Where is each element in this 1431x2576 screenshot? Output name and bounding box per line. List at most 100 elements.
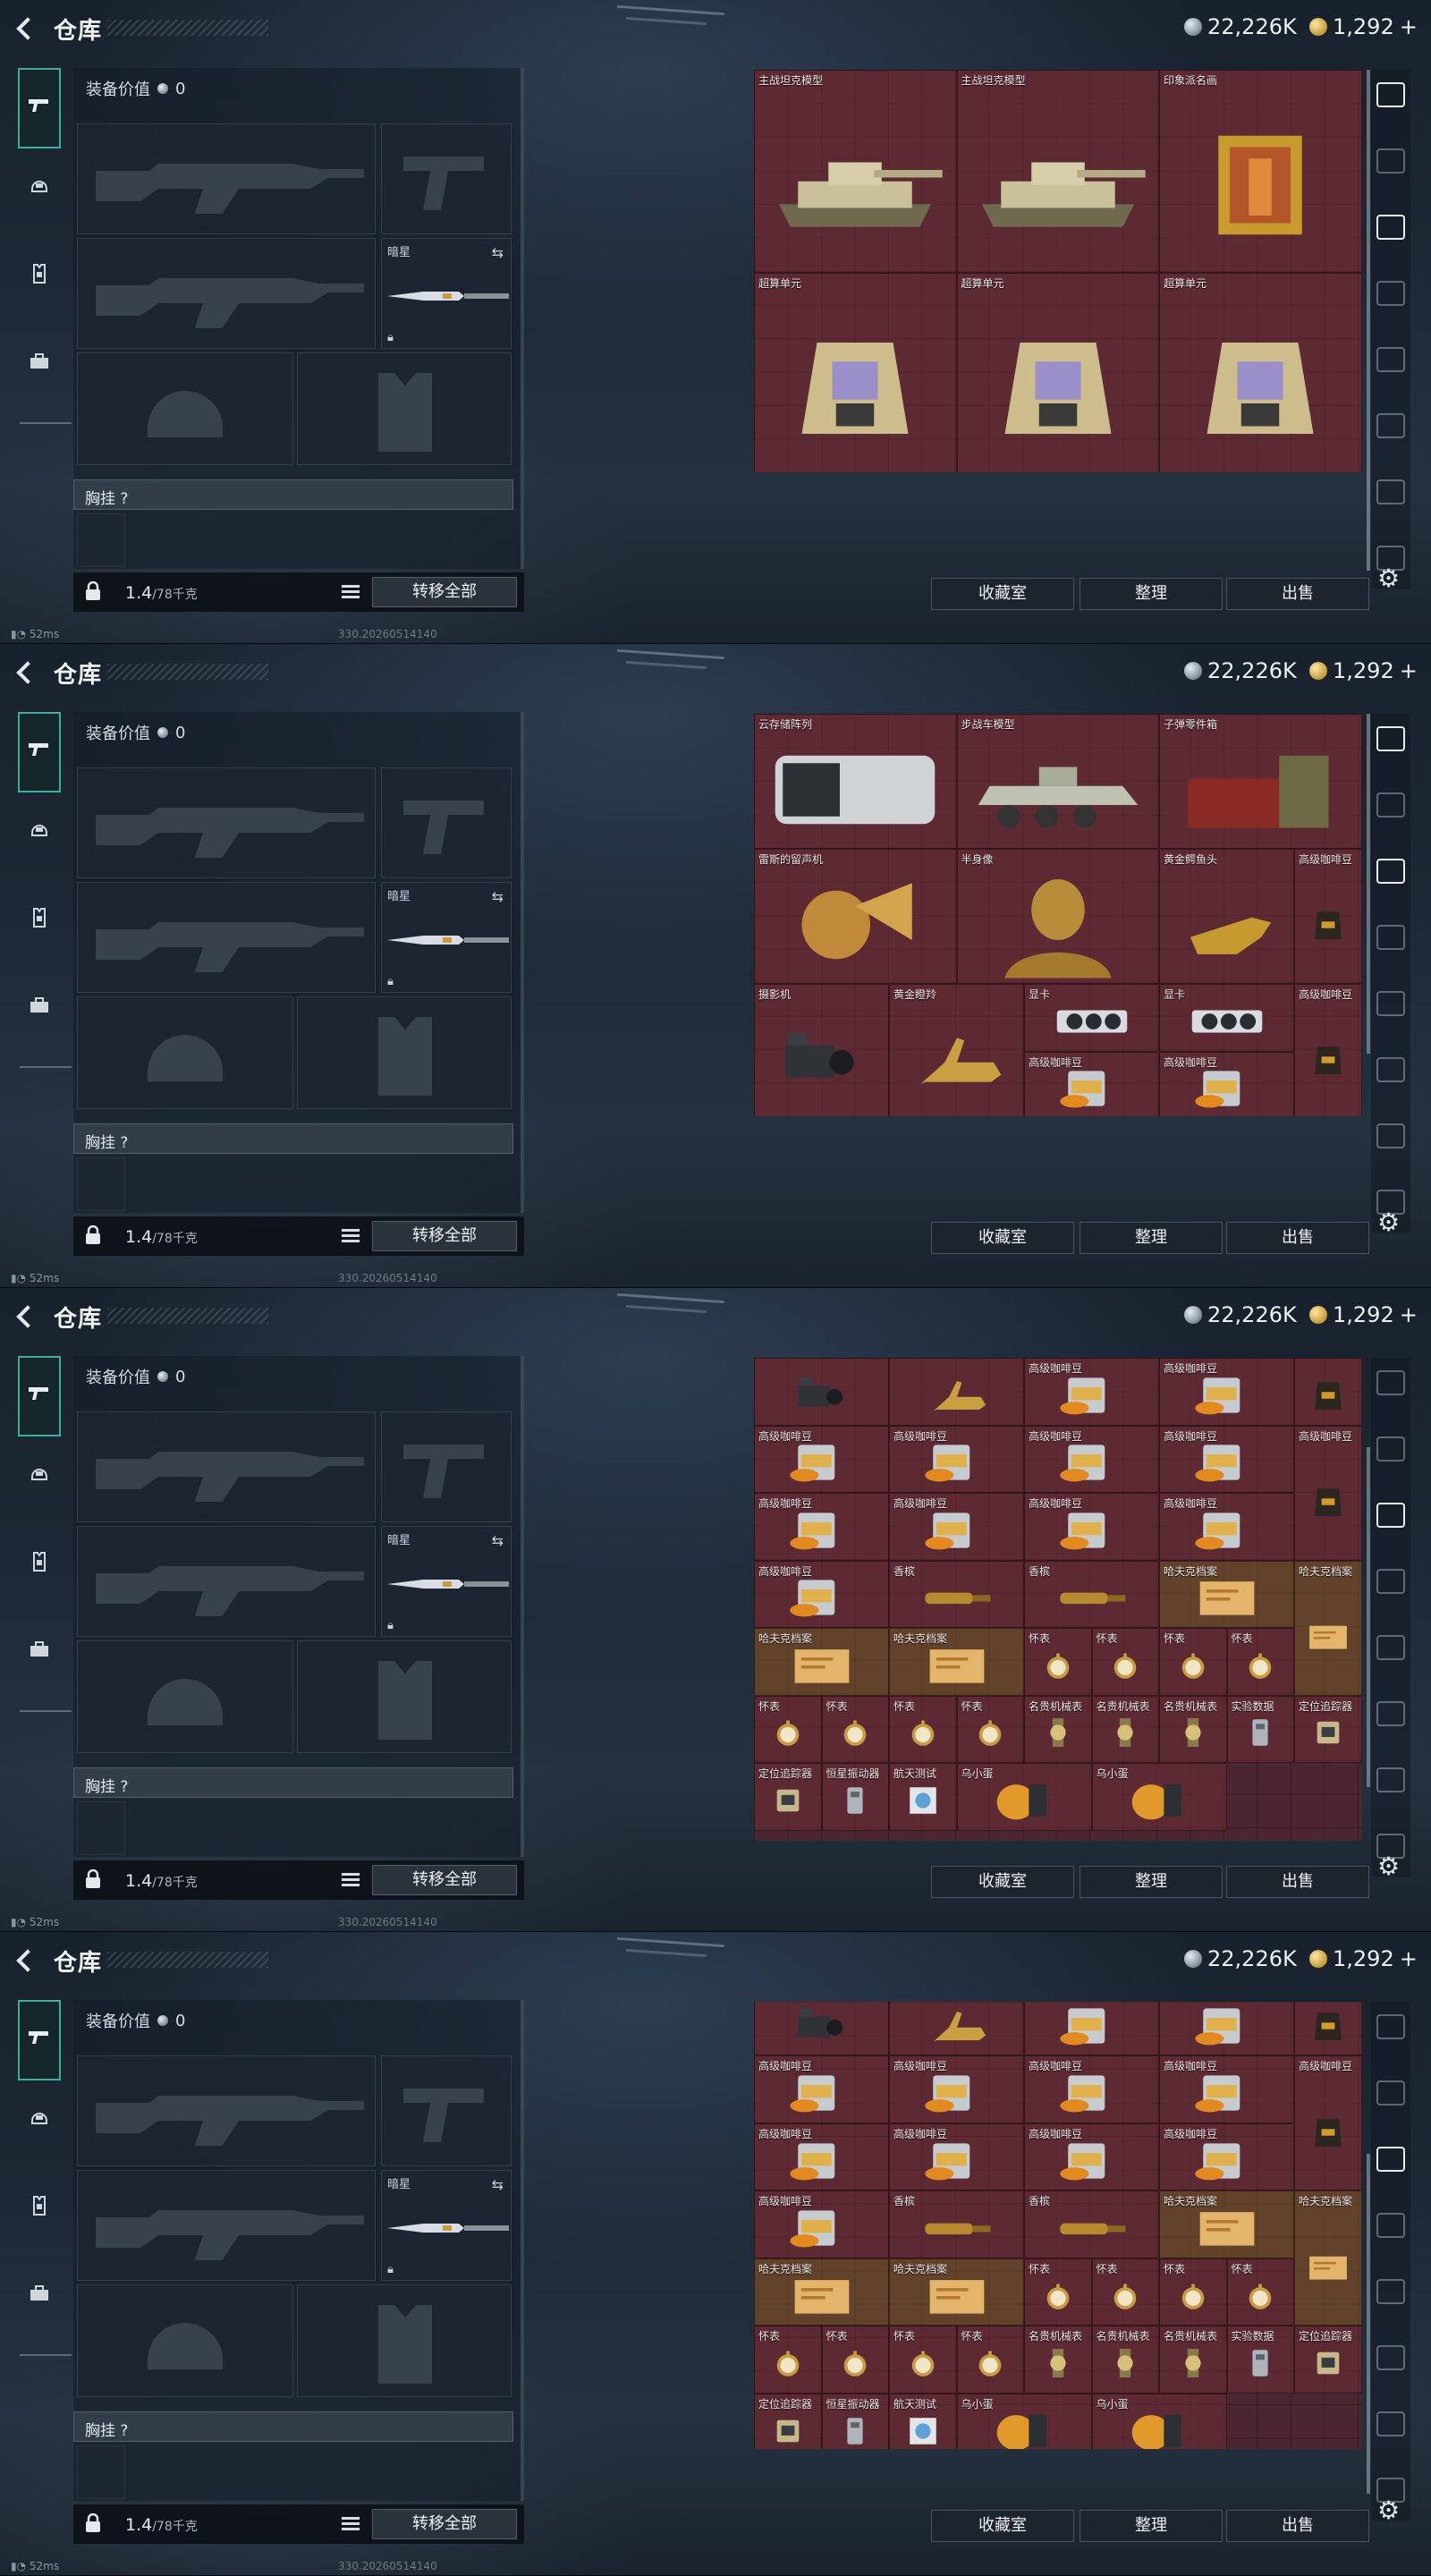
nav-weapons-tab[interactable] xyxy=(18,2000,61,2080)
primary-weapon-slot[interactable] xyxy=(77,767,376,878)
stash-item[interactable]: 黄金鳄鱼头 xyxy=(1159,849,1294,984)
gold-add-icon[interactable]: + xyxy=(1400,14,1418,39)
stash-tab-4-icon[interactable] xyxy=(1376,2213,1405,2238)
stash-tab-6-icon[interactable] xyxy=(1376,413,1405,438)
stash-item[interactable]: 定位追踪器 xyxy=(1294,1695,1362,1763)
stash-item[interactable]: 香槟 xyxy=(889,2190,1024,2258)
back-button[interactable] xyxy=(13,14,39,41)
stash-item[interactable]: 香槟 xyxy=(1024,1560,1159,1628)
stash-tab-5-icon[interactable] xyxy=(1376,2279,1405,2304)
stash-item[interactable]: 高级咖啡豆 xyxy=(1024,1051,1159,1116)
stash-item[interactable]: 高级咖啡豆 xyxy=(1024,2123,1159,2191)
stash-tab-7-icon[interactable] xyxy=(1376,2411,1405,2436)
nav-armor-tab[interactable] xyxy=(20,1544,59,1583)
stash-item[interactable]: 黄金瞪羚 xyxy=(889,984,1024,1116)
stash-scrollbar[interactable] xyxy=(1367,70,1370,571)
stash-item[interactable]: 怀表 xyxy=(1091,1628,1159,1696)
secondary-weapon-slot[interactable] xyxy=(77,2170,376,2281)
gear-icon[interactable]: ⚙ xyxy=(1377,1852,1400,1881)
stash-item[interactable]: 恒星振动器 xyxy=(821,2393,889,2449)
stash-tab-6-icon[interactable] xyxy=(1376,1701,1405,1726)
melee-slot[interactable]: 暗星 ⇆ 🔒︎ xyxy=(381,882,512,993)
stash-tab-1-icon[interactable] xyxy=(1376,82,1405,107)
help-icon[interactable]: ? xyxy=(120,490,128,508)
stash-item[interactable]: 高级咖啡豆 xyxy=(1159,1493,1294,1561)
stash-item[interactable]: 高级咖啡豆 xyxy=(754,2190,889,2258)
help-icon[interactable]: ? xyxy=(120,1778,128,1796)
swap-icon[interactable]: ⇆ xyxy=(492,888,504,905)
stash-item[interactable]: 名贵机械表 xyxy=(1091,1695,1159,1763)
nav-weapons-tab[interactable] xyxy=(18,712,61,792)
stash-item[interactable]: 雷斯的留声机 xyxy=(754,849,957,984)
stash-item[interactable]: 高级咖啡豆 xyxy=(1294,2055,1362,2191)
stash-item[interactable]: 乌小蛋 xyxy=(956,1763,1092,1831)
stash-item[interactable] xyxy=(1024,2002,1159,2056)
stash-item[interactable] xyxy=(1294,2002,1362,2056)
helmet-slot[interactable] xyxy=(77,2284,293,2397)
stash-item[interactable]: 高级咖啡豆 xyxy=(754,2123,889,2191)
stash-tab-3-icon[interactable] xyxy=(1376,859,1405,884)
melee-slot[interactable]: 暗星 ⇆ 🔒︎ xyxy=(381,2170,512,2281)
gold-add-icon[interactable]: + xyxy=(1400,1302,1418,1327)
sort-button[interactable]: 整理 xyxy=(1080,1866,1223,1898)
sort-button[interactable]: 整理 xyxy=(1080,578,1223,610)
swap-icon[interactable]: ⇆ xyxy=(492,2176,504,2193)
helmet-slot[interactable] xyxy=(77,1640,293,1753)
stash-scrollbar[interactable] xyxy=(1367,2154,1370,2494)
stash-item[interactable] xyxy=(889,2002,1024,2056)
stash-item[interactable]: 高级咖啡豆 xyxy=(1159,1358,1294,1426)
sort-button[interactable]: 整理 xyxy=(1080,1222,1223,1254)
sidearm-slot[interactable] xyxy=(381,2055,512,2166)
stash-item[interactable] xyxy=(1294,1358,1362,1426)
back-button[interactable] xyxy=(13,1946,39,1973)
stash-item[interactable]: 实验数据 xyxy=(1226,1695,1294,1763)
stash-item[interactable]: 名贵机械表 xyxy=(1024,1695,1092,1763)
stash-tab-7-icon[interactable] xyxy=(1376,1123,1405,1148)
stash-tab-2-icon[interactable] xyxy=(1376,148,1405,174)
nav-helmet-tab[interactable] xyxy=(20,2100,59,2140)
list-icon[interactable] xyxy=(342,2517,360,2531)
stash-item[interactable]: 高级咖啡豆 xyxy=(1024,1493,1159,1561)
stash-item[interactable]: 高级咖啡豆 xyxy=(1159,2123,1294,2191)
stash-item[interactable]: 哈夫克档案 xyxy=(1294,2190,1362,2326)
stash-item[interactable]: 名贵机械表 xyxy=(1159,2326,1227,2394)
chest-rig-cell[interactable] xyxy=(77,2445,125,2499)
stash-item[interactable]: 超算单元 xyxy=(956,272,1159,472)
stash-item[interactable]: 哈夫克档案 xyxy=(1159,1560,1294,1628)
stash-item[interactable] xyxy=(754,1358,889,1426)
collection-room-button[interactable]: 收藏室 xyxy=(931,1222,1074,1254)
stash-item[interactable]: 摄影机 xyxy=(754,984,889,1116)
stash-item[interactable]: 怀表 xyxy=(956,1695,1024,1763)
stash-item[interactable]: 哈夫克档案 xyxy=(754,2258,889,2326)
stash-tab-6-icon[interactable] xyxy=(1376,1057,1405,1082)
nav-armor-tab[interactable] xyxy=(20,256,59,295)
stash-item[interactable]: 实验数据 xyxy=(1226,2326,1294,2394)
stash-item[interactable]: 怀表 xyxy=(956,2326,1024,2394)
collection-room-button[interactable]: 收藏室 xyxy=(931,2510,1074,2542)
chest-rig-slot[interactable]: 胸挂 ? xyxy=(73,479,513,510)
nav-case-tab[interactable] xyxy=(20,2275,59,2315)
stash-item[interactable]: 怀表 xyxy=(821,1695,889,1763)
sell-button[interactable]: 出售 xyxy=(1226,1222,1369,1254)
swap-icon[interactable]: ⇆ xyxy=(492,1532,504,1549)
gold-add-icon[interactable]: + xyxy=(1400,1946,1418,1971)
chest-rig-slot[interactable]: 胸挂 ? xyxy=(73,1767,513,1798)
stash-item[interactable]: 哈夫克档案 xyxy=(889,1628,1024,1696)
stash-tab-4-icon[interactable] xyxy=(1376,1569,1405,1594)
primary-weapon-slot[interactable] xyxy=(77,2055,376,2166)
stash-item[interactable]: 哈夫克档案 xyxy=(889,2258,1024,2326)
stash-item[interactable]: 高级咖啡豆 xyxy=(889,1493,1024,1561)
stash-item[interactable]: 高级咖啡豆 xyxy=(1024,1358,1159,1426)
stash-scrollbar[interactable] xyxy=(1367,1447,1370,1787)
stash-item[interactable]: 高级咖啡豆 xyxy=(1294,984,1362,1116)
stash-item[interactable]: 超算单元 xyxy=(1159,272,1362,472)
armor-slot[interactable] xyxy=(297,2284,512,2397)
stash-item[interactable]: 高级咖啡豆 xyxy=(889,1425,1024,1493)
stash-item[interactable]: 乌小蛋 xyxy=(956,2393,1092,2449)
stash-tab-2-icon[interactable] xyxy=(1376,2080,1405,2106)
stash-tab-4-icon[interactable] xyxy=(1376,281,1405,306)
list-icon[interactable] xyxy=(342,1229,360,1243)
nav-case-tab[interactable] xyxy=(20,987,59,1027)
list-icon[interactable] xyxy=(342,1873,360,1887)
stash-item[interactable]: 高级咖啡豆 xyxy=(1159,1051,1294,1116)
